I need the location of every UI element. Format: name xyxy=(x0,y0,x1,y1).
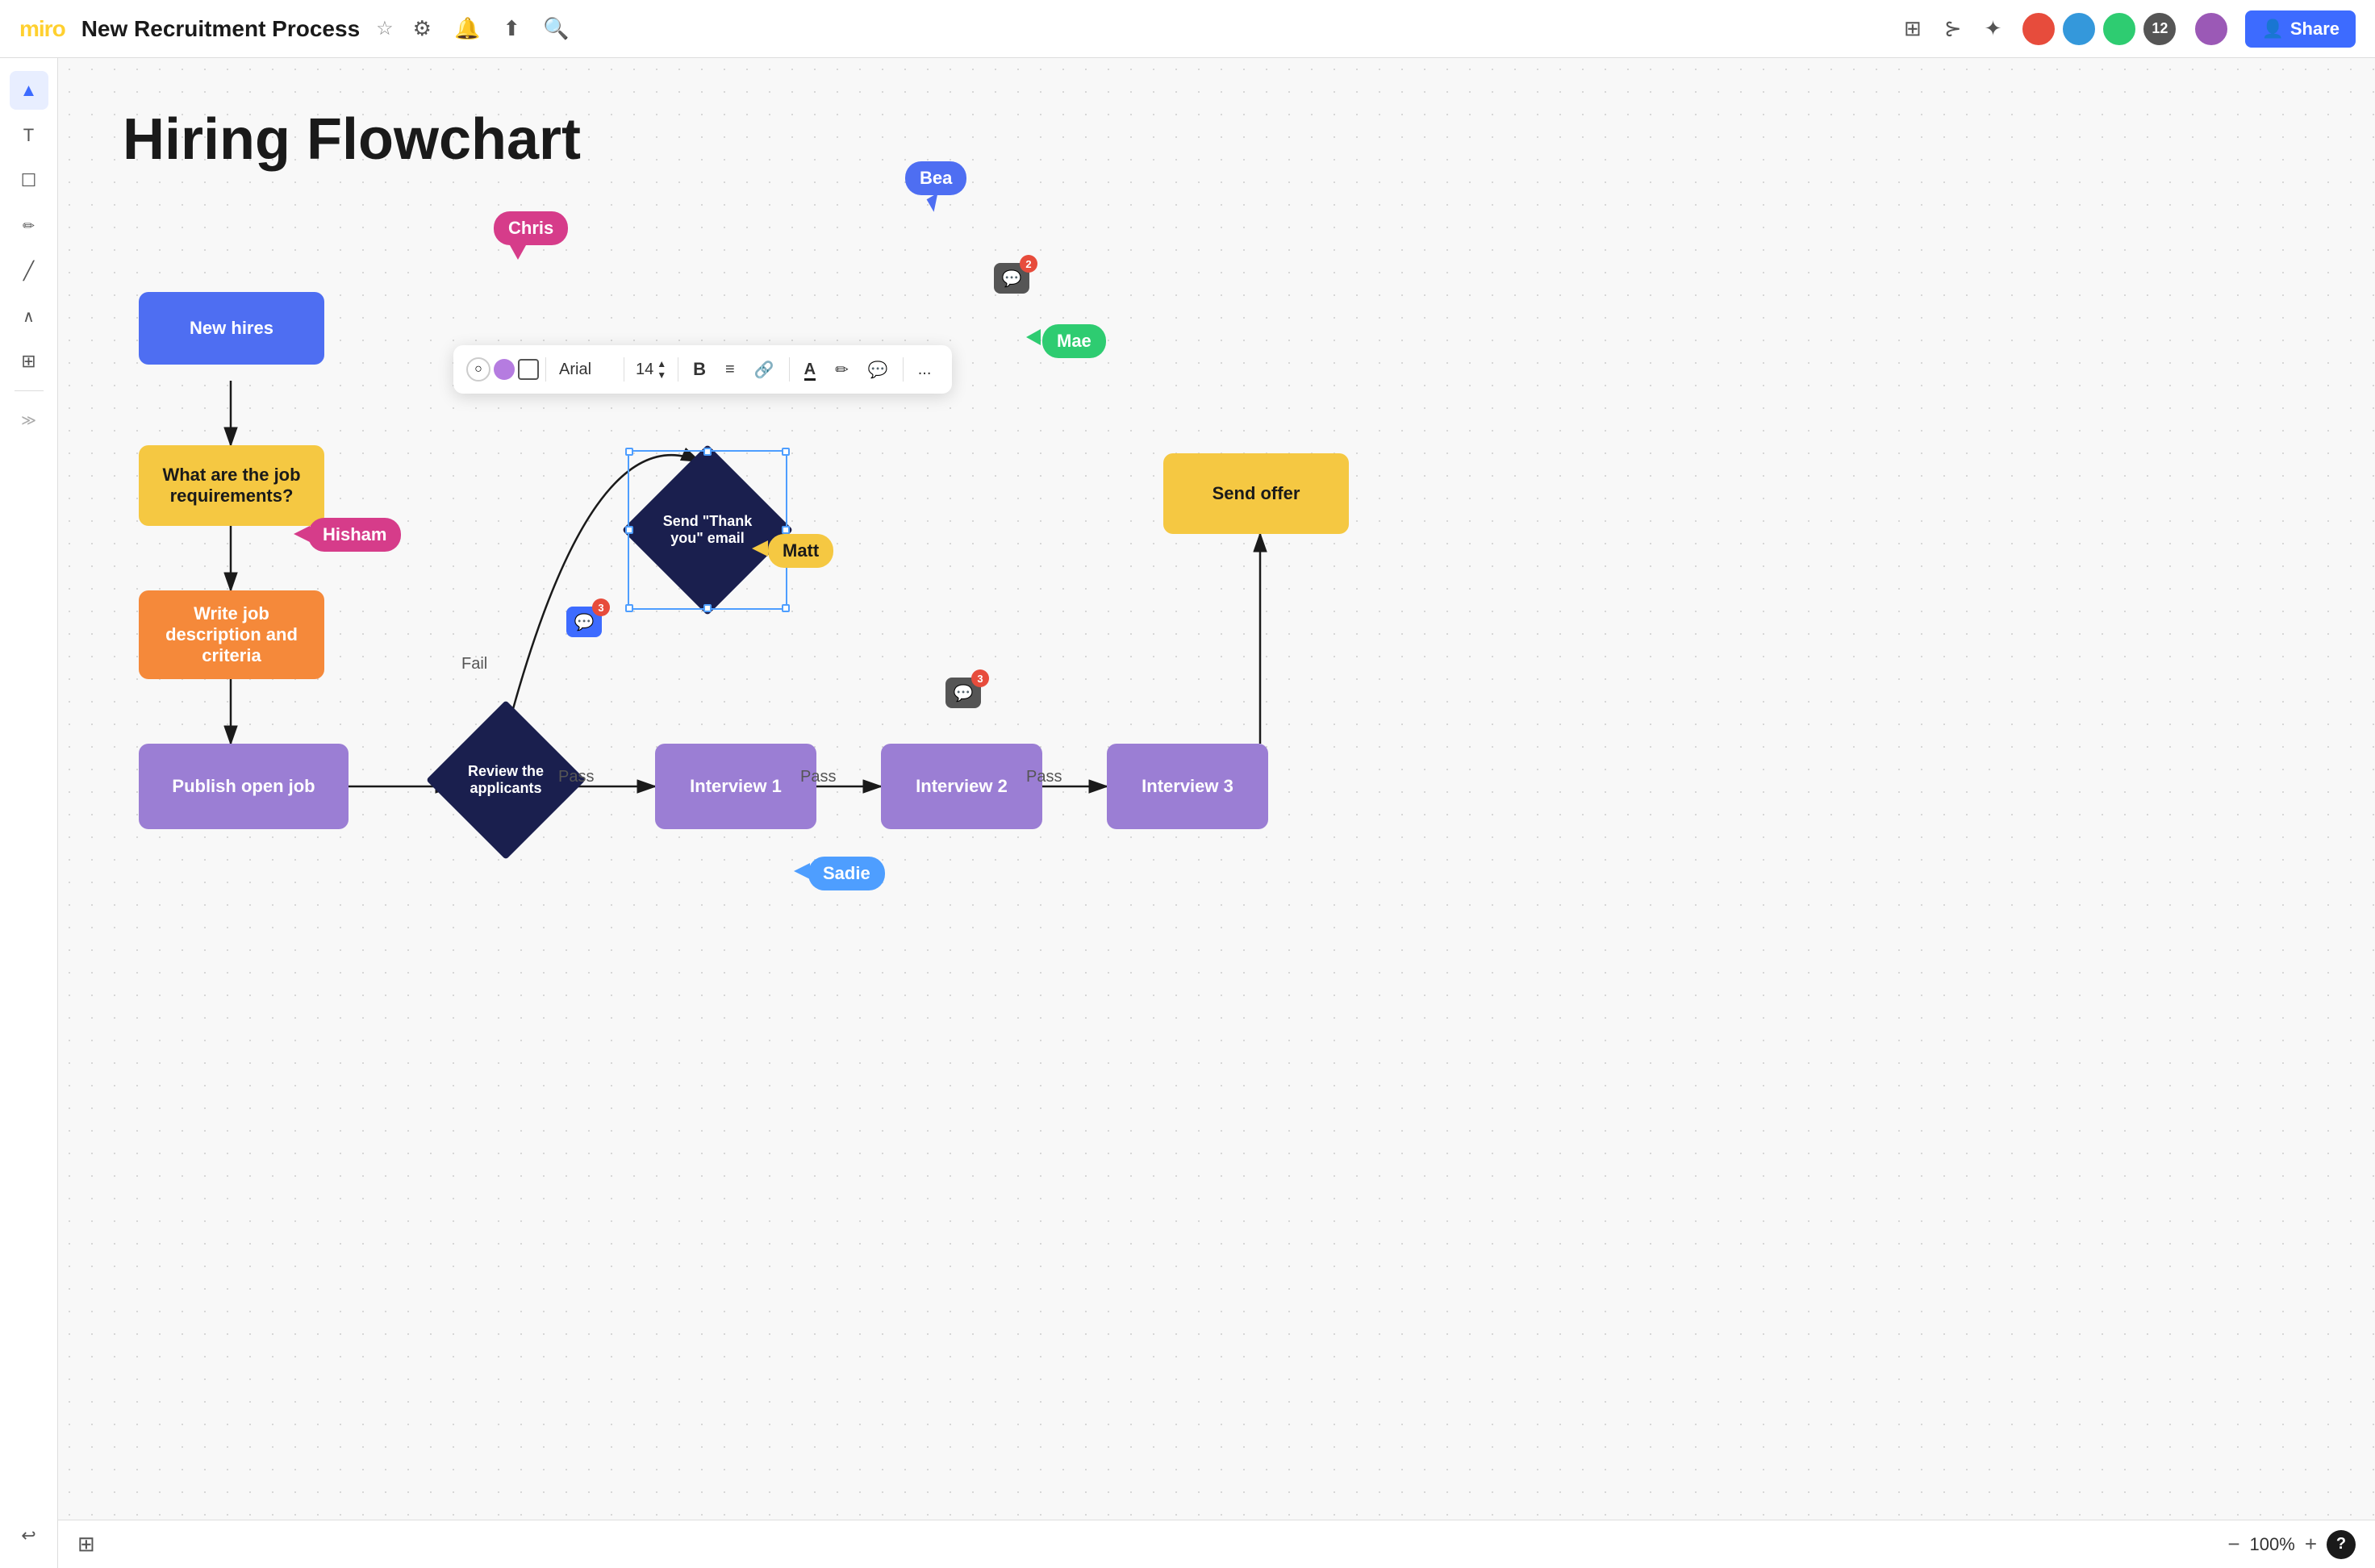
grid-icon[interactable]: ⊞ xyxy=(1904,16,1922,41)
cursor-mae-label: Mae xyxy=(1042,324,1106,358)
pass-label-2: Pass xyxy=(800,768,836,786)
pen-tool[interactable]: ✏ xyxy=(10,206,48,245)
size-arrows[interactable]: ▲ ▼ xyxy=(657,359,666,380)
cursor-hisham-arrow xyxy=(294,526,310,542)
link-btn[interactable]: 🔗 xyxy=(746,355,783,385)
cursor-sadie-arrow xyxy=(794,863,810,879)
comment-badge-2: 3 xyxy=(592,598,610,616)
format-toolbar: ○ Arial 14 ▲ ▼ B ≡ 🔗 A ✏ 💬 ... xyxy=(453,345,952,394)
select-tool[interactable]: ▲ xyxy=(10,71,48,110)
board-title: Hiring Flowchart xyxy=(123,106,581,173)
cursor-sadie-label: Sadie xyxy=(808,857,885,890)
cursor-icon[interactable]: ⊱ xyxy=(1944,16,1962,41)
comment-bubble-1[interactable]: 💬 2 xyxy=(994,263,1029,294)
cursor-bea-label: Bea xyxy=(905,161,966,195)
node-interview3[interactable]: Interview 3 xyxy=(1107,744,1268,829)
search-icon[interactable]: 🔍 xyxy=(543,16,569,41)
shape-circle-btn[interactable]: ○ xyxy=(466,357,490,382)
project-title: New Recruitment Process xyxy=(81,16,360,42)
upload-icon[interactable]: ⬆ xyxy=(503,16,520,41)
node-write-job-desc[interactable]: Write job description and criteria xyxy=(139,590,324,679)
comment-badge-1: 2 xyxy=(1020,255,1037,273)
cursor-matt-label: Matt xyxy=(768,534,833,568)
sep1 xyxy=(545,357,546,382)
star-icon[interactable]: ☆ xyxy=(376,17,394,40)
pass-label-3: Pass xyxy=(1026,768,1062,786)
cursor-matt-arrow xyxy=(752,540,768,557)
font-size-control[interactable]: 14 ▲ ▼ xyxy=(631,356,671,383)
person-icon: 👤 xyxy=(2261,19,2283,40)
sep5 xyxy=(903,357,904,382)
settings-icon[interactable]: ⚙ xyxy=(413,16,432,41)
share-button[interactable]: 👤 Share xyxy=(2245,10,2356,48)
cursor-hisham: Hisham xyxy=(308,518,401,552)
bottom-bar: ⊞ − 100% + ? xyxy=(58,1520,2375,1568)
comment-bubble-3[interactable]: 💬 3 xyxy=(945,678,981,708)
cursor-mae-arrow xyxy=(1026,329,1041,345)
help-btn[interactable]: ? xyxy=(2327,1530,2356,1559)
cursor-mae: Mae xyxy=(1042,324,1106,358)
notifications-icon[interactable]: 🔔 xyxy=(454,16,480,41)
topbar: miro New Recruitment Process ☆ ⚙ 🔔 ⬆ 🔍 ⊞… xyxy=(0,0,2375,58)
zoom-in-btn[interactable]: + xyxy=(2305,1532,2317,1557)
line-tool[interactable]: ╱ xyxy=(10,252,48,290)
miro-logo: miro xyxy=(19,16,65,42)
node-new-hires[interactable]: New hires xyxy=(139,292,324,365)
canvas: Hiring Flowchart New hires What are the … xyxy=(58,58,2375,1568)
panel-toggle[interactable]: ⊞ xyxy=(77,1532,95,1557)
cursor-matt: Matt xyxy=(768,534,833,568)
text-color-btn[interactable]: A xyxy=(796,356,824,384)
left-toolbar: ▲ T ☐ ✏ ╱ ∧ ⊞ ≫ ↩ xyxy=(0,58,58,1568)
cursor-bea-arrow xyxy=(927,193,945,212)
sep4 xyxy=(789,357,790,382)
highlight-btn[interactable]: ✏ xyxy=(827,355,857,385)
color-swatch[interactable] xyxy=(494,359,515,380)
avatar-3 xyxy=(2102,11,2137,47)
fail-label: Fail xyxy=(461,655,487,673)
current-user-avatar xyxy=(2193,11,2229,47)
cursor-bea: Bea xyxy=(905,161,966,210)
avatar-1 xyxy=(2021,11,2056,47)
cursor-sadie: Sadie xyxy=(808,857,885,890)
magic-icon[interactable]: ✦ xyxy=(1985,16,2002,41)
expand-tools[interactable]: ≫ xyxy=(10,401,48,440)
node-send-offer[interactable]: Send offer xyxy=(1163,453,1349,534)
comment-bubble-2[interactable]: 💬 3 xyxy=(566,607,602,637)
zoom-controls: − 100% + ? xyxy=(2227,1530,2356,1559)
zoom-level: 100% xyxy=(2250,1534,2295,1555)
diamond-send-thank-you[interactable]: Send "Thank you" email xyxy=(631,453,784,607)
pass-label-1: Pass xyxy=(558,768,594,786)
comment-btn[interactable]: 💬 xyxy=(860,355,896,385)
bold-btn[interactable]: B xyxy=(685,354,714,385)
connector-tool[interactable]: ∧ xyxy=(10,297,48,336)
avatar-group: 12 xyxy=(2021,11,2177,47)
shape-square-btn[interactable] xyxy=(518,359,539,380)
node-interview1[interactable]: Interview 1 xyxy=(655,744,816,829)
cursor-chris: Chris xyxy=(494,211,568,260)
sticky-note-tool[interactable]: ☐ xyxy=(10,161,48,200)
align-btn[interactable]: ≡ xyxy=(717,356,743,384)
zoom-out-btn[interactable]: − xyxy=(2227,1532,2239,1557)
more-btn[interactable]: ... xyxy=(910,356,940,384)
avatar-count: 12 xyxy=(2142,11,2177,47)
comment-badge-3: 3 xyxy=(971,669,989,687)
frame-tool[interactable]: ⊞ xyxy=(10,342,48,381)
cursor-chris-arrow xyxy=(510,245,526,260)
font-selector[interactable]: Arial xyxy=(553,357,617,382)
node-publish-open-job[interactable]: Publish open job xyxy=(139,744,349,829)
toolbar-divider xyxy=(15,390,44,391)
cursor-chris-label: Chris xyxy=(494,211,568,245)
undo-tool[interactable]: ↩ xyxy=(10,1516,48,1555)
node-interview2[interactable]: Interview 2 xyxy=(881,744,1042,829)
node-job-requirements[interactable]: What are the job requirements? xyxy=(139,445,324,526)
avatar-2 xyxy=(2061,11,2097,47)
text-tool[interactable]: T xyxy=(10,116,48,155)
cursor-hisham-label: Hisham xyxy=(308,518,401,552)
